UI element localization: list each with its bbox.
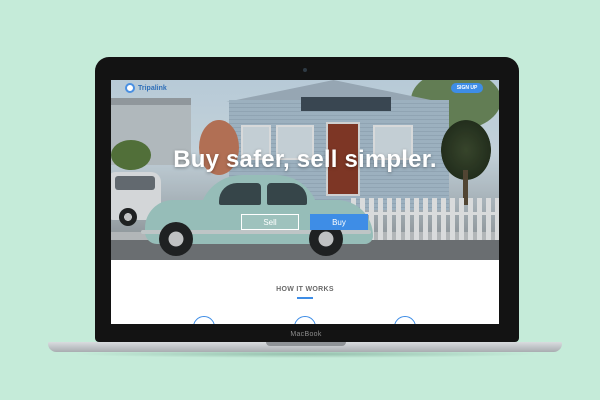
buy-button[interactable]: Buy <box>310 214 368 230</box>
laptop-screen: Tripalink SIGN UP Buy safer, sell simple… <box>111 80 499 324</box>
brand-name: Tripalink <box>138 84 167 92</box>
step-3-icon <box>394 316 416 324</box>
how-it-works-section: HOW IT WORKS <box>111 260 499 324</box>
laptop-base-notch <box>266 342 346 346</box>
signup-button[interactable]: SIGN UP <box>451 83 483 93</box>
brand-logo[interactable]: Tripalink <box>125 83 167 93</box>
step-1-icon <box>193 316 215 324</box>
hero-headline: Buy safer, sell simpler. <box>173 146 437 173</box>
sell-button[interactable]: Sell <box>241 214 299 230</box>
camera-icon <box>303 68 307 72</box>
step-2-icon <box>294 316 316 324</box>
section-underline <box>297 297 313 299</box>
device-label: MacBook <box>290 331 322 338</box>
logo-icon <box>125 83 135 93</box>
hero-section: Tripalink SIGN UP Buy safer, sell simple… <box>111 80 499 260</box>
section-title: HOW IT WORKS <box>276 286 334 293</box>
